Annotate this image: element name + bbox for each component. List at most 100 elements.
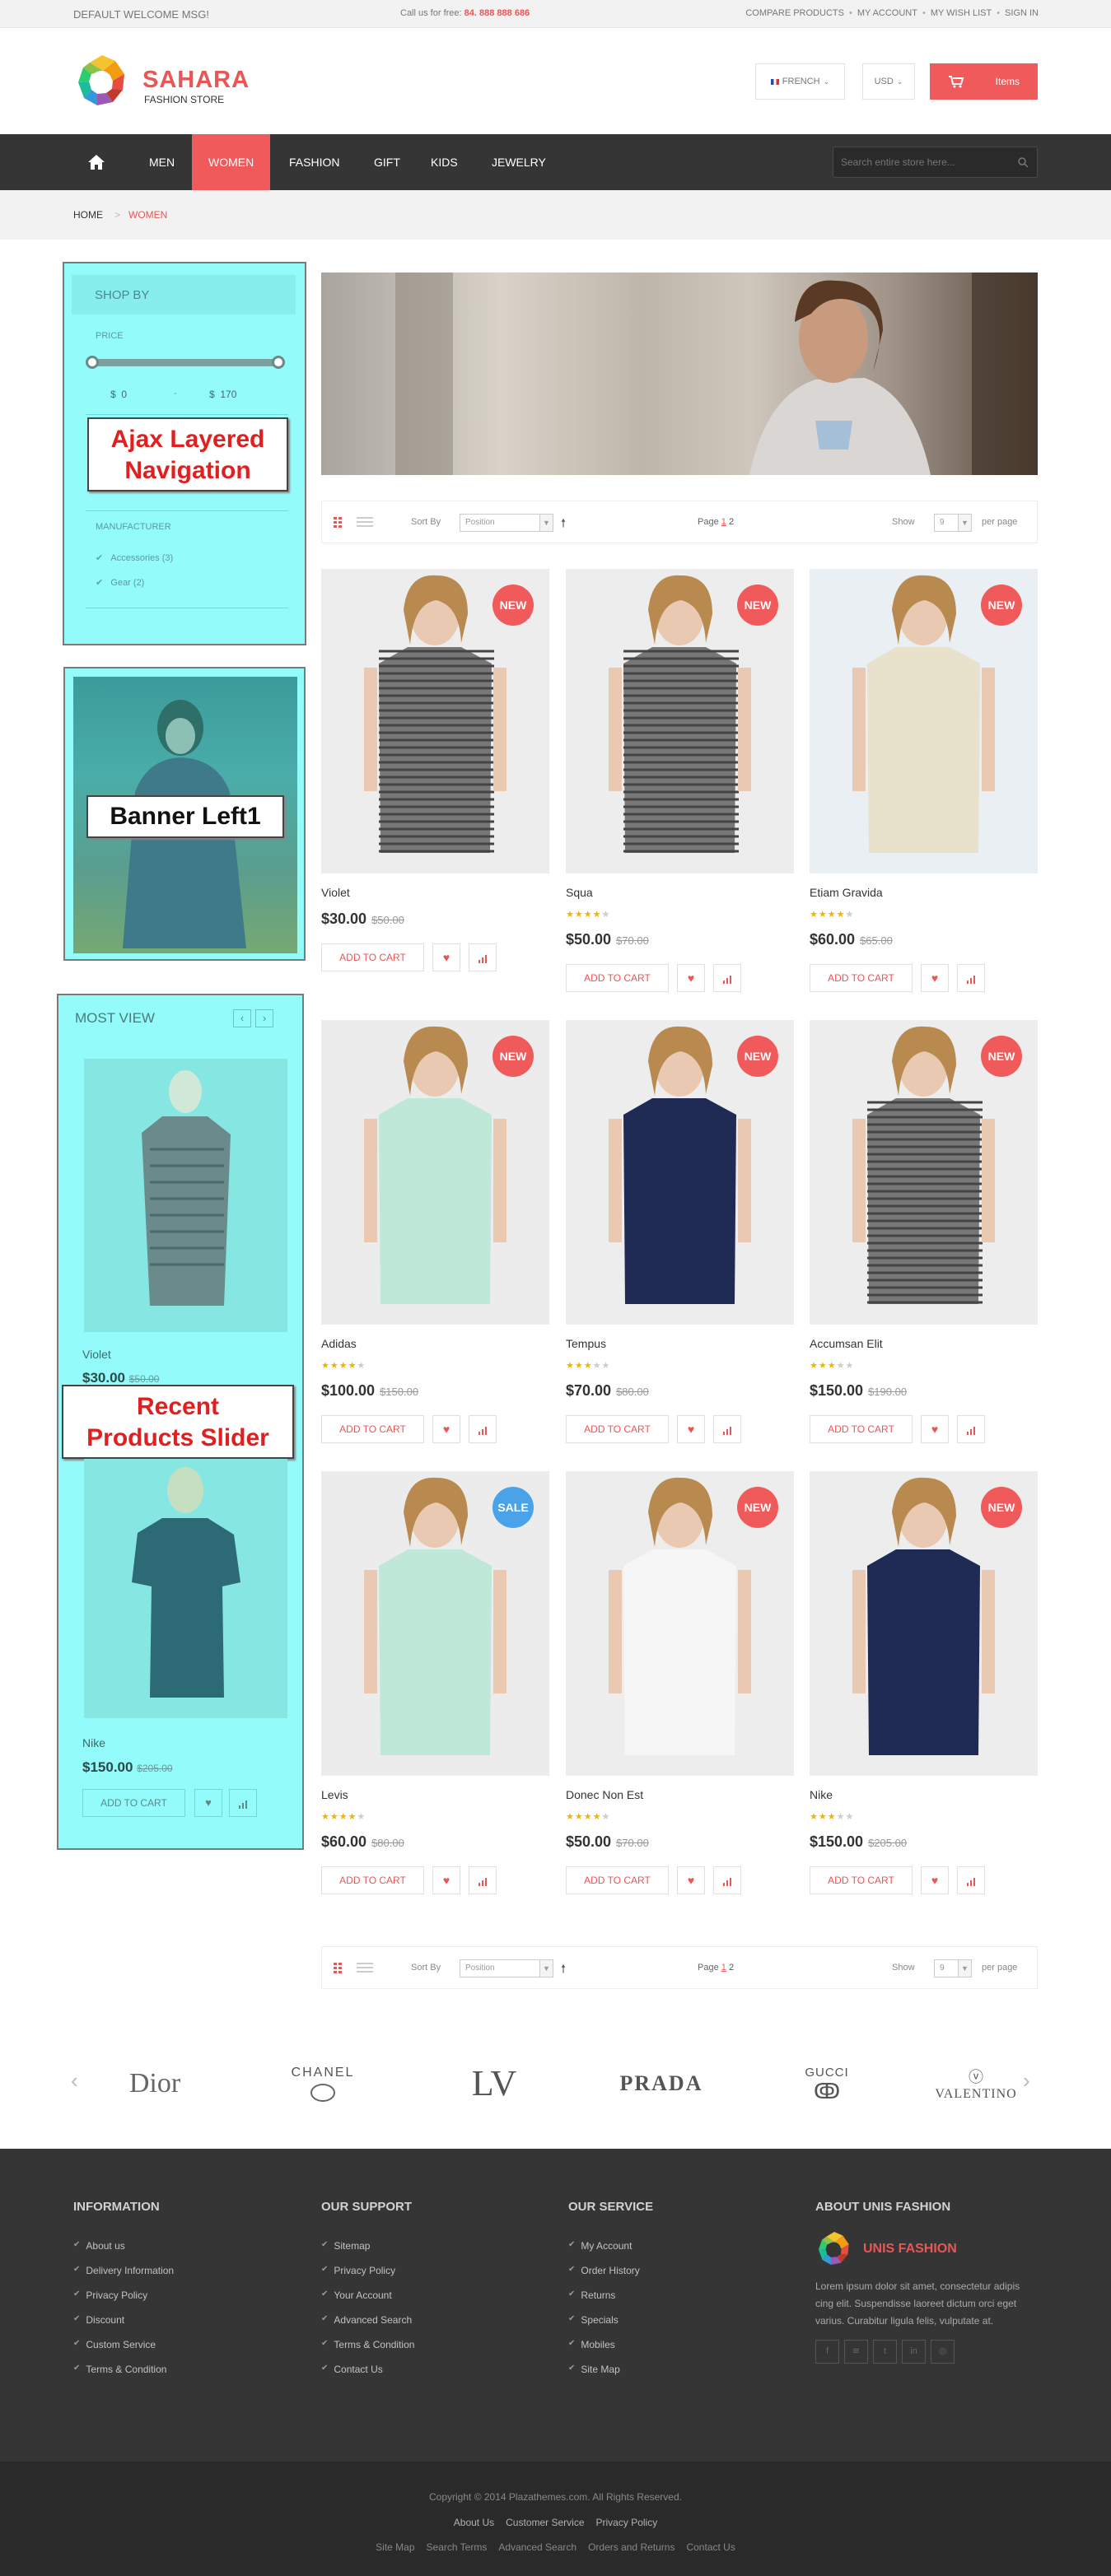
nav-item-jewelry[interactable]: JEWELRY — [478, 134, 560, 190]
nav-item-fashion[interactable]: FASHION — [275, 134, 353, 190]
twitter-icon[interactable]: t — [873, 2340, 897, 2364]
compare-icon[interactable] — [713, 1415, 741, 1443]
wishlist-heart-icon[interactable]: ♥ — [677, 964, 705, 992]
product-name[interactable]: Nike — [810, 1788, 833, 1801]
dribbble-icon[interactable]: ◎ — [931, 2340, 955, 2364]
logo[interactable]: SAHARA FASHION STORE — [73, 54, 263, 109]
add-to-cart-button[interactable]: ADD TO CART — [321, 943, 424, 971]
wishlist-heart-icon[interactable]: ♥ — [921, 964, 949, 992]
wishlist-heart-icon[interactable]: ♥ — [677, 1415, 705, 1443]
next-arrow-icon[interactable]: › — [1023, 2068, 1030, 2094]
most-view-item-image[interactable] — [84, 1059, 287, 1332]
banner-left[interactable]: Banner Left1 — [63, 667, 306, 961]
footer-link[interactable]: ✔ Terms & Condition — [73, 2364, 174, 2388]
compare-icon[interactable] — [957, 1866, 985, 1894]
bottom-link[interactable]: Site Map — [376, 2541, 414, 2553]
footer-link[interactable]: ✔ Privacy Policy — [321, 2265, 414, 2290]
search-icon[interactable] — [1017, 156, 1029, 168]
footer-link[interactable]: ✔ Terms & Condition — [321, 2339, 414, 2364]
sort-by-select[interactable]: Position ▼ — [460, 1959, 553, 1977]
my-wish-list-link[interactable]: MY WISH LIST — [931, 8, 992, 18]
product-name[interactable]: Tempus — [566, 1337, 606, 1350]
add-to-cart-button[interactable]: ADD TO CART — [82, 1789, 185, 1817]
footer-link[interactable]: ✔ Site Map — [568, 2364, 653, 2388]
facebook-icon[interactable]: f — [815, 2340, 839, 2364]
nav-item-gift[interactable]: GIFT — [360, 134, 414, 190]
next-arrow-icon[interactable]: › — [255, 1009, 273, 1027]
add-to-cart-button[interactable]: ADD TO CART — [810, 1415, 913, 1443]
bottom-link[interactable]: Advanced Search — [498, 2541, 577, 2553]
price-slider-max-handle[interactable] — [272, 356, 285, 369]
bottom-link[interactable]: About Us — [454, 2517, 494, 2528]
product-name[interactable]: Donec Non Est — [566, 1788, 643, 1801]
footer-link[interactable]: ✔ About us — [73, 2240, 174, 2265]
add-to-cart-button[interactable]: ADD TO CART — [810, 1866, 913, 1894]
page-2-link[interactable]: 2 — [729, 1963, 734, 1973]
price-slider-min-handle[interactable] — [86, 356, 99, 369]
brand-valentino[interactable]: ⓥ VALENTINO — [922, 2038, 1029, 2129]
product-name[interactable]: Levis — [321, 1788, 348, 1801]
sort-direction-icon[interactable]: 🠕 — [561, 1960, 566, 1980]
footer-link[interactable]: ✔ Your Account — [321, 2290, 414, 2314]
footer-link[interactable]: ✔ Custom Service — [73, 2339, 174, 2364]
search-input[interactable] — [833, 147, 1011, 177]
most-view-item-image[interactable] — [84, 1459, 287, 1718]
footer-link[interactable]: ✔ Advanced Search — [321, 2314, 414, 2339]
product-name[interactable]: Adidas — [321, 1337, 357, 1350]
add-to-cart-button[interactable]: ADD TO CART — [321, 1415, 424, 1443]
brand-prada[interactable]: PRADA — [600, 2038, 723, 2129]
wishlist-heart-icon[interactable]: ♥ — [921, 1415, 949, 1443]
sort-by-select[interactable]: Position ▼ — [460, 514, 553, 532]
add-to-cart-button[interactable]: ADD TO CART — [566, 1866, 669, 1894]
wishlist-heart-icon[interactable]: ♥ — [677, 1866, 705, 1894]
show-per-page-select[interactable]: 9 ▼ — [934, 1959, 972, 1977]
compare-icon[interactable] — [469, 1415, 497, 1443]
wishlist-heart-icon[interactable]: ♥ — [432, 1415, 460, 1443]
nav-item-women[interactable]: WOMEN — [192, 134, 271, 190]
add-to-cart-button[interactable]: ADD TO CART — [566, 964, 669, 992]
bottom-link[interactable]: Customer Service — [506, 2517, 584, 2528]
grid-view-icon[interactable] — [334, 517, 350, 529]
most-view-item-name[interactable]: Violet — [82, 1348, 111, 1361]
product-name[interactable]: Squa — [566, 886, 593, 899]
footer-link[interactable]: ✔ Delivery Information — [73, 2265, 174, 2290]
bottom-link[interactable]: Contact Us — [686, 2541, 735, 2553]
manufacturer-item[interactable]: ✔ Gear (2) — [96, 577, 144, 588]
product-name[interactable]: Violet — [321, 886, 350, 899]
wishlist-heart-icon[interactable]: ♥ — [194, 1789, 222, 1817]
add-to-cart-button[interactable]: ADD TO CART — [810, 964, 913, 992]
bottom-link[interactable]: Privacy Policy — [596, 2517, 658, 2528]
nav-item-kids[interactable]: KIDS — [417, 134, 472, 190]
compare-icon[interactable] — [469, 1866, 497, 1894]
compare-icon[interactable] — [713, 1866, 741, 1894]
compare-icon[interactable] — [713, 964, 741, 992]
page-1-link[interactable]: 1 — [721, 1963, 726, 1973]
sign-in-link[interactable]: SIGN IN — [1005, 8, 1039, 18]
grid-view-icon[interactable] — [334, 1963, 350, 1974]
brand-chanel[interactable]: CHANEL — [273, 2038, 372, 2129]
wishlist-heart-icon[interactable]: ♥ — [921, 1866, 949, 1894]
language-selector[interactable]: FRENCH ⌄ — [755, 63, 845, 100]
compare-icon[interactable] — [957, 964, 985, 992]
product-name[interactable]: Etiam Gravida — [810, 886, 883, 899]
add-to-cart-button[interactable]: ADD TO CART — [566, 1415, 669, 1443]
breadcrumb-home[interactable]: HOME — [73, 209, 103, 221]
home-icon[interactable] — [86, 134, 106, 190]
rss-icon[interactable]: ≋ — [844, 2340, 868, 2364]
footer-link[interactable]: ✔ Specials — [568, 2314, 653, 2339]
cart-button[interactable]: Items — [930, 63, 1038, 100]
currency-selector[interactable]: USD ⌄ — [862, 63, 915, 100]
list-view-icon[interactable] — [357, 1963, 373, 1974]
list-view-icon[interactable] — [357, 517, 373, 529]
footer-link[interactable]: ✔ Discount — [73, 2314, 174, 2339]
wishlist-heart-icon[interactable]: ♥ — [432, 1866, 460, 1894]
prev-arrow-icon[interactable]: ‹ — [233, 1009, 251, 1027]
brand-dior[interactable]: Dior — [105, 2038, 204, 2129]
sort-direction-icon[interactable]: 🠕 — [561, 515, 566, 534]
page-2-link[interactable]: 2 — [729, 517, 734, 527]
compare-icon[interactable] — [469, 943, 497, 971]
manufacturer-item[interactable]: ✔ Accessories (3) — [96, 552, 173, 563]
brand-lv[interactable]: LV — [445, 2038, 544, 2129]
footer-link[interactable]: ✔ Order History — [568, 2265, 653, 2290]
footer-link[interactable]: ✔ Sitemap — [321, 2240, 414, 2265]
